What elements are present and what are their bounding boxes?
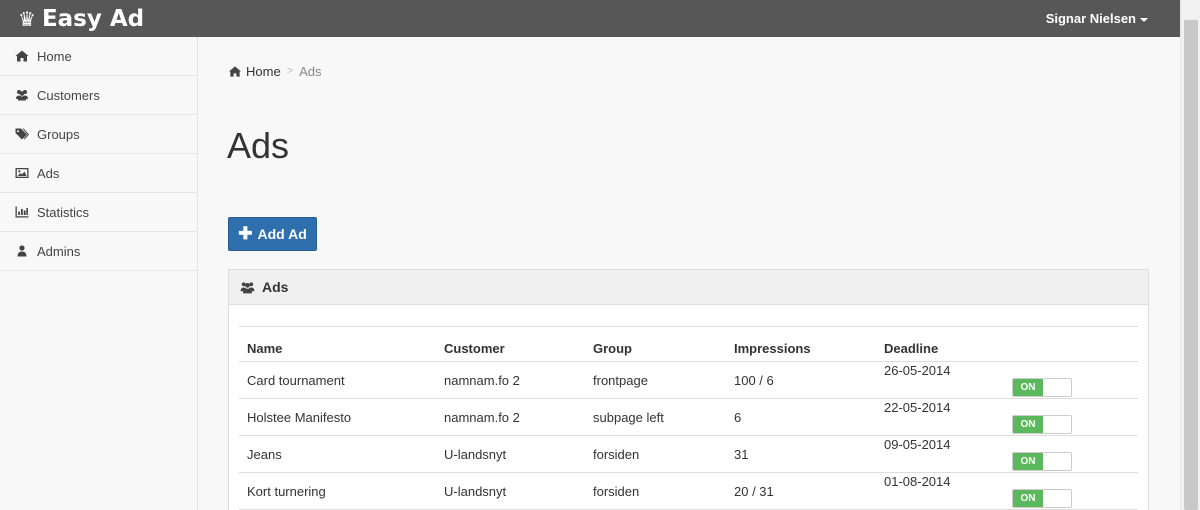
cell-name: Jeans xyxy=(239,435,436,473)
toggle-knob xyxy=(1043,379,1071,396)
toggle-knob xyxy=(1043,453,1071,470)
active-toggle[interactable]: ON xyxy=(1012,378,1072,397)
toggle-on-label: ON xyxy=(1013,453,1043,470)
sidebar-item-ads[interactable]: Ads xyxy=(0,154,197,193)
cell-deadline: 01-08-2014 ON xyxy=(876,472,1138,510)
brand-logo[interactable]: ♛ Easy Ad xyxy=(18,4,144,34)
user-icon xyxy=(15,244,29,258)
breadcrumb: Home > Ads xyxy=(228,62,322,80)
deadline-value: 26-05-2014 xyxy=(884,363,951,378)
bar-chart-icon xyxy=(15,205,29,219)
active-toggle[interactable]: ON xyxy=(1012,415,1072,434)
sidebar-item-groups[interactable]: Groups xyxy=(0,115,197,154)
sidebar-item-admins[interactable]: Admins xyxy=(0,232,197,271)
main-content: Home > Ads Ads ✚ Add Ad Ads Name Custome… xyxy=(199,37,1180,510)
user-name: Signar Nielsen xyxy=(1045,11,1136,26)
add-ad-label: Add Ad xyxy=(257,226,307,242)
ads-table: Name Customer Group Impressions Deadline… xyxy=(239,326,1138,510)
caret-down-icon xyxy=(1140,17,1148,22)
cell-deadline: 26-05-2014 ON xyxy=(876,361,1138,399)
users-icon xyxy=(240,281,255,293)
sidebar-item-customers[interactable]: Customers xyxy=(0,76,197,115)
cell-group: frontpage xyxy=(585,361,726,399)
panel-heading: Ads xyxy=(229,270,1148,305)
table-header-row: Name Customer Group Impressions Deadline xyxy=(239,326,1138,362)
cell-customer: U-landsnyt xyxy=(436,435,585,473)
sidebar-item-label: Customers xyxy=(37,87,100,103)
cell-name: Kort turnering xyxy=(239,472,436,510)
cell-impressions: 31 xyxy=(726,435,876,473)
sidebar-item-label: Home xyxy=(37,48,72,64)
sidebar-item-home[interactable]: Home xyxy=(0,37,197,76)
table-row[interactable]: Card tournament namnam.fo 2 frontpage 10… xyxy=(239,361,1138,399)
tags-icon xyxy=(15,127,29,141)
column-header-name[interactable]: Name xyxy=(239,326,436,362)
active-toggle[interactable]: ON xyxy=(1012,452,1072,471)
vertical-scrollbar[interactable] xyxy=(1180,0,1200,510)
ads-panel: Ads Name Customer Group Impressions Dead… xyxy=(228,269,1149,510)
toggle-knob xyxy=(1043,490,1071,507)
breadcrumb-home-label: Home xyxy=(246,63,281,79)
deadline-value: 22-05-2014 xyxy=(884,400,951,415)
scrollbar-thumb[interactable] xyxy=(1184,20,1198,510)
toggle-on-label: ON xyxy=(1013,416,1043,433)
ads-table-wrapper: Name Customer Group Impressions Deadline… xyxy=(239,326,1138,510)
plus-icon: ✚ xyxy=(238,224,253,243)
cell-customer: namnam.fo 2 xyxy=(436,398,585,436)
user-menu-dropdown[interactable]: Signar Nielsen xyxy=(1046,0,1148,37)
column-header-customer[interactable]: Customer xyxy=(436,326,585,362)
cell-group: forsiden xyxy=(585,472,726,510)
home-icon xyxy=(15,49,29,63)
page-title: Ads xyxy=(227,125,290,166)
cell-impressions: 6 xyxy=(726,398,876,436)
deadline-value: 09-05-2014 xyxy=(884,437,951,452)
toggle-on-label: ON xyxy=(1013,490,1043,507)
sidebar-item-label: Ads xyxy=(37,165,60,181)
deadline-value: 01-08-2014 xyxy=(884,474,951,489)
table-row[interactable]: Jeans U-landsnyt forsiden 31 09-05-2014 O… xyxy=(239,435,1138,473)
table-row[interactable]: Holstee Manifesto namnam.fo 2 subpage le… xyxy=(239,398,1138,436)
sidebar-item-statistics[interactable]: Statistics xyxy=(0,193,197,232)
breadcrumb-separator-icon: > xyxy=(286,65,294,77)
toggle-on-label: ON xyxy=(1013,379,1043,396)
cell-group: subpage left xyxy=(585,398,726,436)
cell-group: forsiden xyxy=(585,435,726,473)
cell-name: Card tournament xyxy=(239,361,436,399)
cell-deadline: 22-05-2014 ON xyxy=(876,398,1138,436)
table-row[interactable]: Kort turnering U-landsnyt forsiden 20 / … xyxy=(239,472,1138,510)
users-icon xyxy=(15,88,29,102)
sidebar-item-label: Groups xyxy=(37,126,80,142)
breadcrumb-home-link[interactable]: Home xyxy=(228,64,281,79)
brand-name: Easy Ad xyxy=(41,6,145,32)
crown-icon: ♛ xyxy=(18,7,36,31)
picture-icon xyxy=(15,166,29,180)
sidebar: Home Customers Groups Ads Statistics Adm… xyxy=(0,37,198,510)
add-ad-button[interactable]: ✚ Add Ad xyxy=(228,217,317,251)
cell-impressions: 100 / 6 xyxy=(726,361,876,399)
column-header-deadline[interactable]: Deadline xyxy=(876,326,1138,362)
cell-customer: U-landsnyt xyxy=(436,472,585,510)
column-header-group[interactable]: Group xyxy=(585,326,726,362)
breadcrumb-current: Ads xyxy=(299,63,322,79)
sidebar-item-label: Admins xyxy=(37,243,81,259)
toggle-knob xyxy=(1043,416,1071,433)
top-navbar: ♛ Easy Ad Signar Nielsen xyxy=(0,0,1180,37)
column-header-impressions[interactable]: Impressions xyxy=(726,326,876,362)
panel-title: Ads xyxy=(262,279,289,295)
cell-name: Holstee Manifesto xyxy=(239,398,436,436)
cell-deadline: 09-05-2014 ON xyxy=(876,435,1138,473)
cell-impressions: 20 / 31 xyxy=(726,472,876,510)
cell-customer: namnam.fo 2 xyxy=(436,361,585,399)
sidebar-item-label: Statistics xyxy=(37,204,90,220)
home-icon xyxy=(228,65,242,77)
active-toggle[interactable]: ON xyxy=(1012,489,1072,508)
